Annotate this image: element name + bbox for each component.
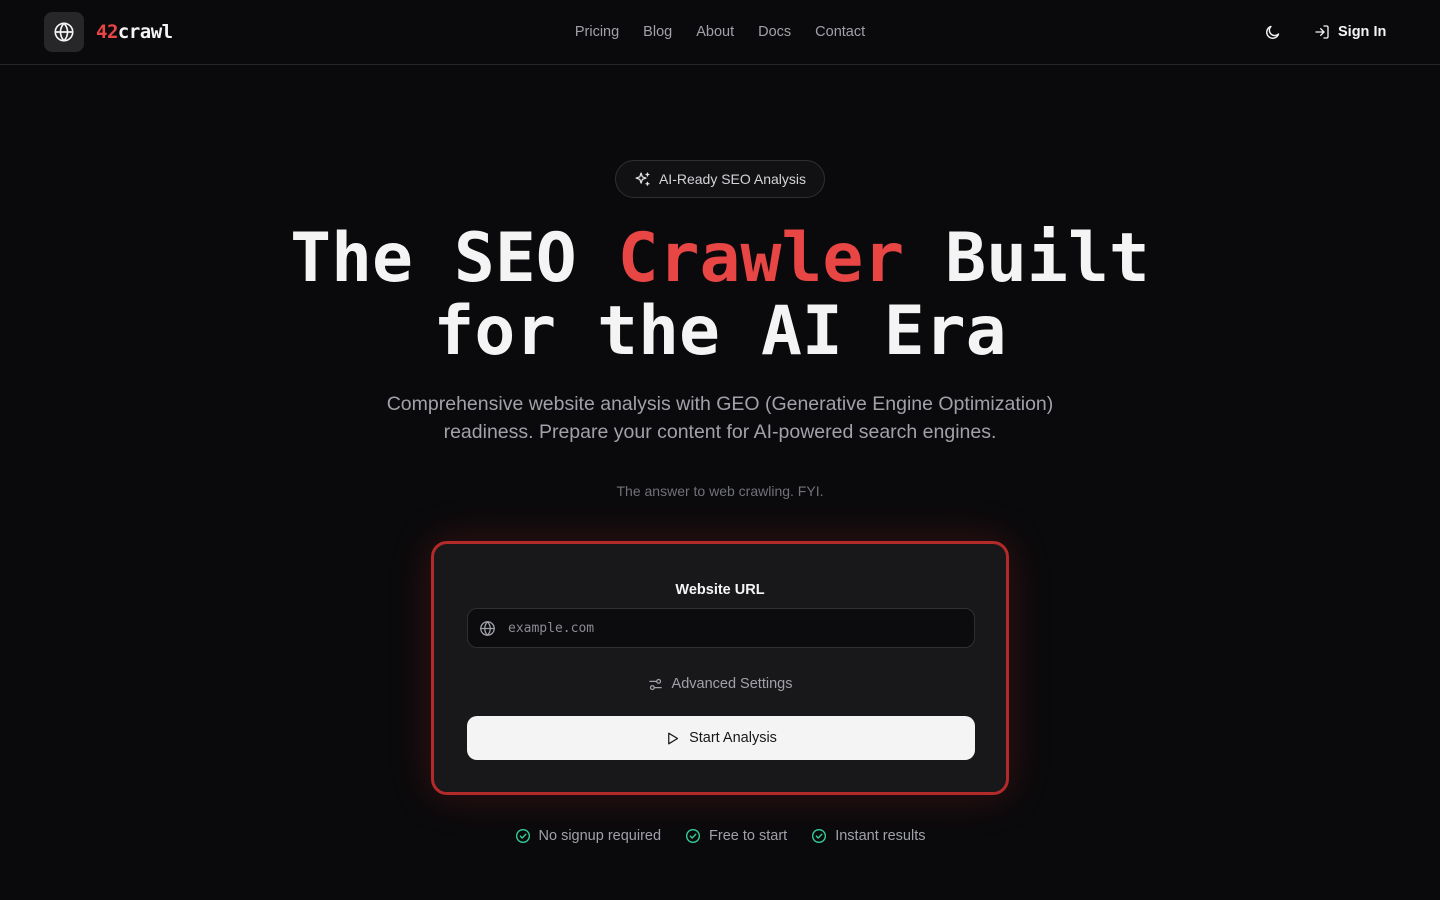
play-icon: [668, 732, 679, 744]
website-url-label: Website URL: [675, 582, 765, 598]
nav-about[interactable]: About: [696, 24, 734, 40]
globe-icon: [54, 22, 74, 42]
advanced-settings-label: Advanced Settings: [671, 676, 793, 692]
feature-item: No signup required: [515, 828, 662, 844]
log-in-icon: [1315, 25, 1329, 39]
feature-label: No signup required: [538, 828, 662, 844]
nav-pricing[interactable]: Pricing: [575, 24, 619, 40]
website-url-input[interactable]: [508, 609, 968, 647]
hero-subheading: Comprehensive website analysis with GEO …: [386, 393, 1054, 443]
nav-blog[interactable]: Blog: [643, 24, 672, 40]
check-circle-icon: [686, 829, 701, 843]
headline-part-2: Built: [904, 219, 1150, 298]
sign-in-label: Sign In: [1338, 24, 1387, 40]
logo-tile: [44, 12, 84, 52]
check-circle-icon: [812, 829, 827, 843]
sliders-icon: [648, 678, 662, 690]
sparkles-icon: [635, 171, 650, 186]
brand-logo-link[interactable]: 42crawl: [44, 12, 173, 52]
advanced-settings-toggle[interactable]: Advanced Settings: [434, 672, 1006, 696]
theme-toggle-button[interactable]: [1252, 12, 1292, 52]
brand-name: 42crawl: [96, 21, 173, 43]
moon-icon: [1265, 25, 1279, 39]
main-nav: Pricing Blog About Docs Contact: [0, 0, 1440, 64]
brand-word: crawl: [117, 21, 173, 43]
feature-item: Free to start: [685, 828, 787, 844]
nav-docs[interactable]: Docs: [758, 24, 791, 40]
analysis-form-card: Website URL Advanced Settings Start Anal…: [431, 541, 1009, 795]
hero-headline: The SEO Crawler Built for the AI Era: [0, 222, 1440, 368]
headline-part-1: The SEO: [290, 219, 618, 298]
start-analysis-button[interactable]: Start Analysis: [467, 716, 975, 760]
sign-in-button[interactable]: Sign In: [1302, 14, 1398, 50]
feature-label: Instant results: [835, 828, 926, 844]
website-url-field: [467, 608, 975, 648]
site-header: 42crawl Pricing Blog About Docs Contact …: [0, 0, 1440, 65]
start-analysis-label: Start Analysis: [689, 730, 777, 746]
globe-icon: [480, 621, 495, 636]
check-circle-icon: [515, 829, 530, 843]
feature-checks: No signup required Free to start Instant…: [0, 826, 1440, 846]
brand-number: 42: [96, 21, 118, 43]
feature-label: Free to start: [709, 828, 788, 844]
hero-badge: AI-Ready SEO Analysis: [615, 160, 825, 198]
headline-accent: Crawler: [617, 219, 905, 298]
hero-tagline: The answer to web crawling. FYI.: [616, 483, 824, 499]
hero-badge-label: AI-Ready SEO Analysis: [658, 171, 807, 187]
feature-item: Instant results: [811, 828, 925, 844]
headline-line-2: for the AI Era: [433, 292, 1007, 371]
nav-contact[interactable]: Contact: [815, 24, 865, 40]
